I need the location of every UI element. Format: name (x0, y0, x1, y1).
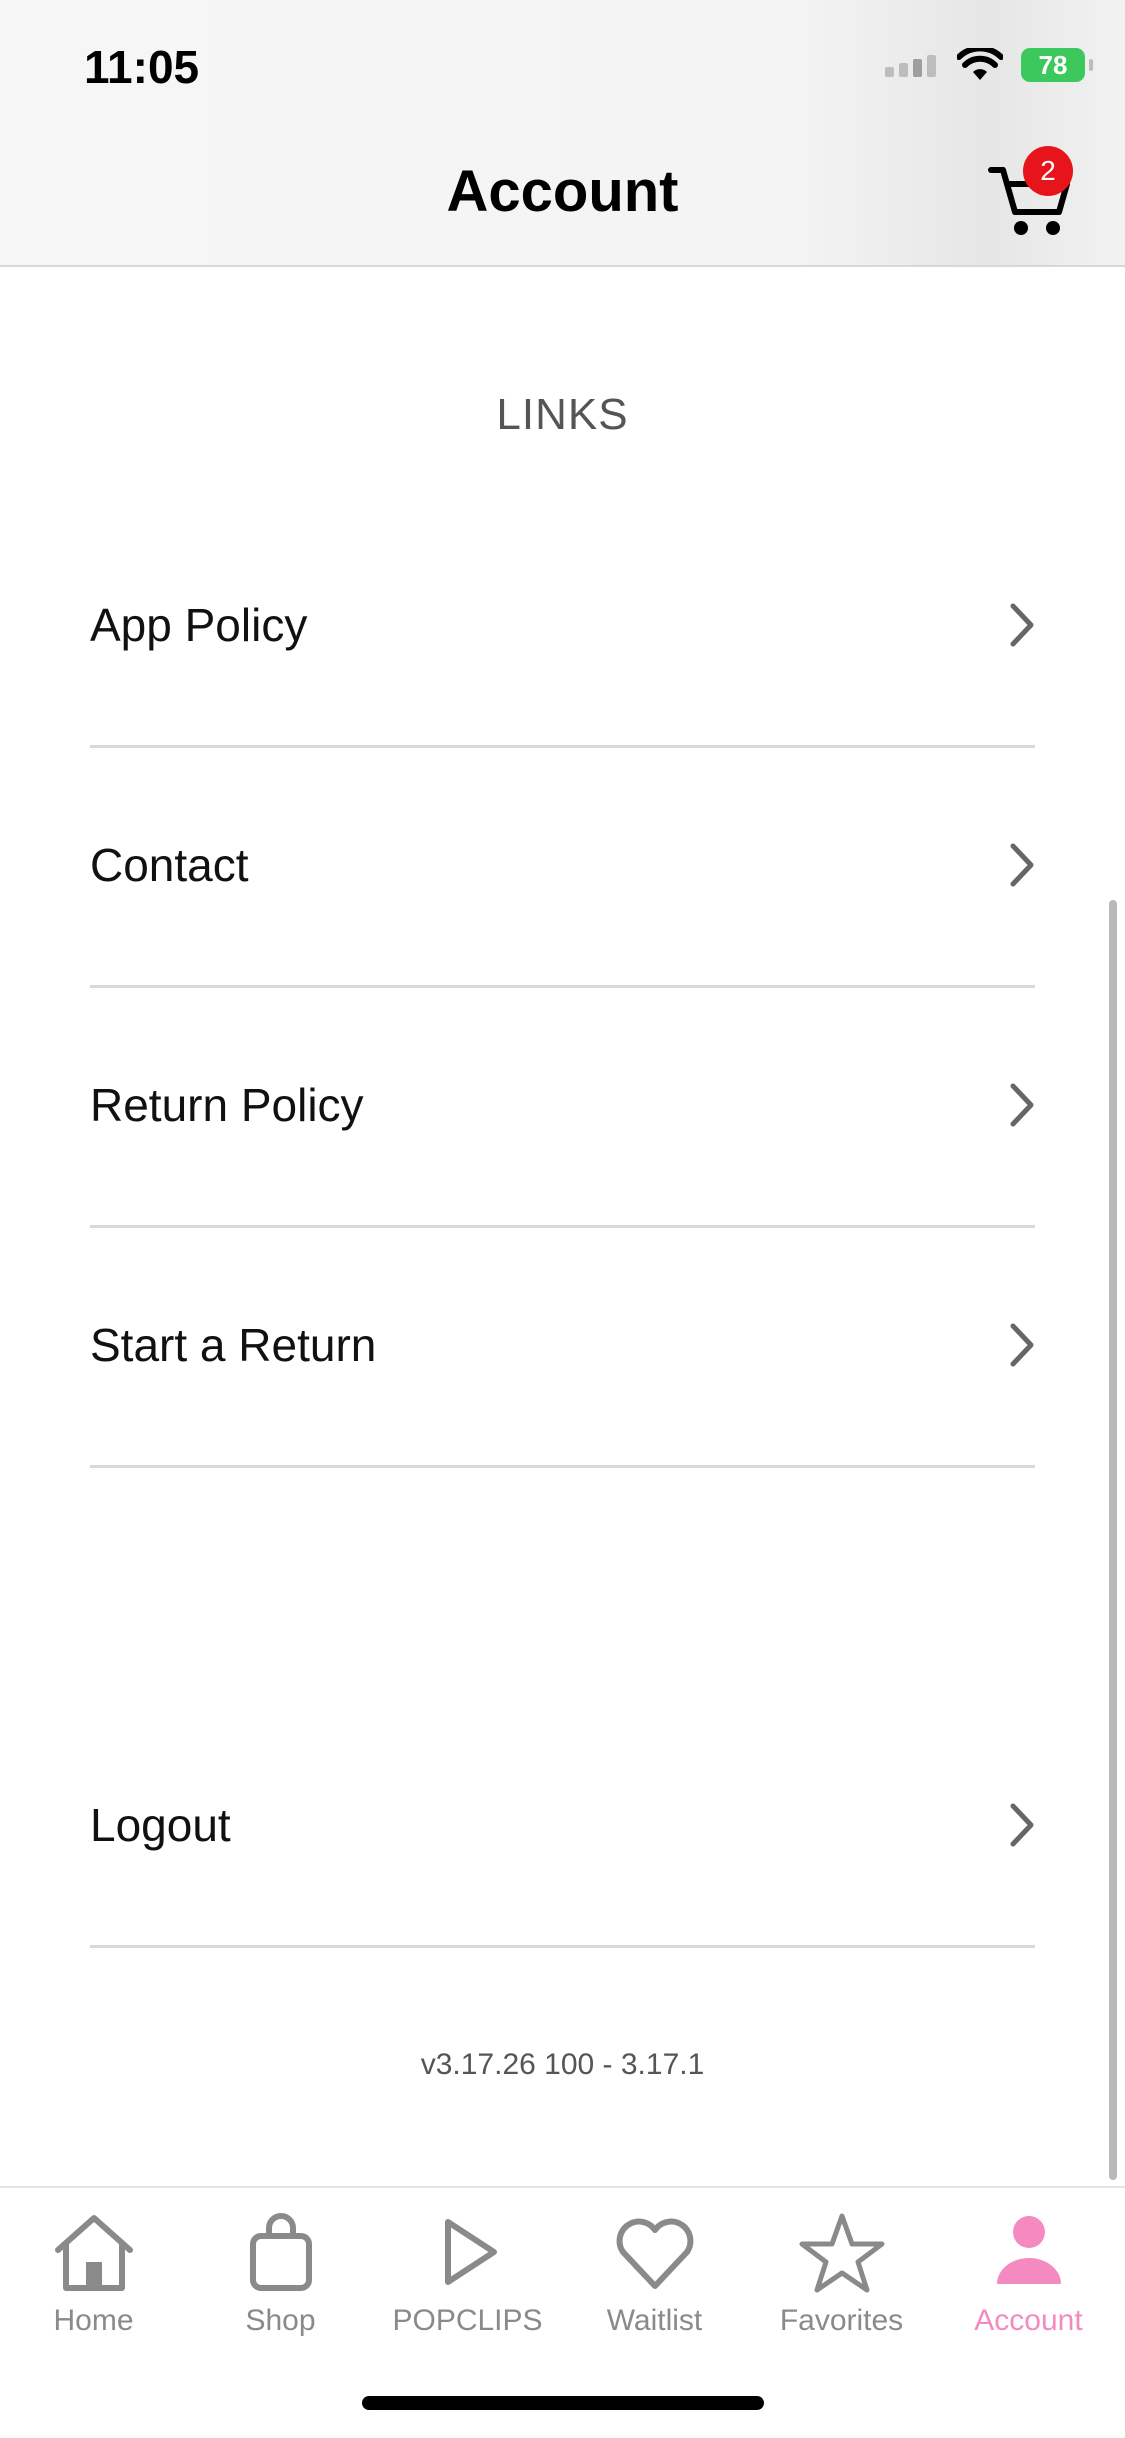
tab-home[interactable]: Home (0, 2212, 187, 2338)
shopping-bag-icon (249, 2213, 312, 2291)
logout-label: Logout (90, 1799, 231, 1851)
chevron-right-icon (1010, 1323, 1034, 1367)
link-app-policy[interactable]: App Policy (90, 505, 1035, 748)
page-title: Account (446, 159, 679, 224)
link-return-policy[interactable]: Return Policy (90, 985, 1035, 1228)
link-start-return[interactable]: Start a Return (90, 1225, 1035, 1468)
tab-label: Favorites (779, 2304, 904, 2337)
status-time: 11:05 (84, 41, 200, 93)
person-icon (996, 2216, 1061, 2284)
chevron-right-icon (1010, 843, 1034, 887)
tab-label: Waitlist (606, 2304, 703, 2337)
link-label: App Policy (90, 599, 308, 651)
chevron-right-icon (1010, 603, 1034, 647)
home-icon (54, 2215, 133, 2291)
link-contact[interactable]: Contact (90, 745, 1035, 988)
app-version: v3.17.26 100 - 3.17.1 (420, 2048, 705, 2081)
play-icon (444, 2219, 497, 2285)
tab-waitlist[interactable]: Waitlist (561, 2212, 748, 2338)
signal-icon (885, 55, 936, 77)
links-heading: LINKS (496, 390, 629, 439)
tab-label: Shop (245, 2304, 316, 2337)
star-icon (799, 2213, 884, 2293)
tab-favorites[interactable]: Favorites (748, 2212, 935, 2338)
link-label: Start a Return (90, 1319, 377, 1371)
tab-shop[interactable]: Shop (187, 2212, 374, 2338)
link-label: Contact (90, 839, 249, 891)
tab-label: Home (53, 2304, 134, 2337)
tab-account[interactable]: Account (935, 2212, 1122, 2338)
link-label: Return Policy (90, 1079, 364, 1131)
cart-count-badge: 2 (1023, 146, 1073, 196)
tab-label: POPCLIPS (392, 2304, 543, 2337)
battery-level: 78 (1038, 49, 1068, 80)
status-icons: 78 (883, 48, 1093, 82)
home-indicator (362, 2396, 764, 2410)
wifi-icon (957, 48, 1003, 80)
logout-button[interactable]: Logout (90, 1705, 1035, 1948)
tab-label: Account (974, 2304, 1083, 2337)
tab-popclips[interactable]: POPCLIPS (374, 2212, 561, 2338)
battery-icon: 78 (1021, 48, 1093, 82)
chevron-right-icon (1010, 1803, 1034, 1847)
top-bar: 11:05 78 Account 2 (0, 0, 1125, 267)
scrollbar[interactable] (1109, 900, 1117, 2180)
heart-icon (616, 2218, 693, 2289)
chevron-right-icon (1010, 1083, 1034, 1127)
